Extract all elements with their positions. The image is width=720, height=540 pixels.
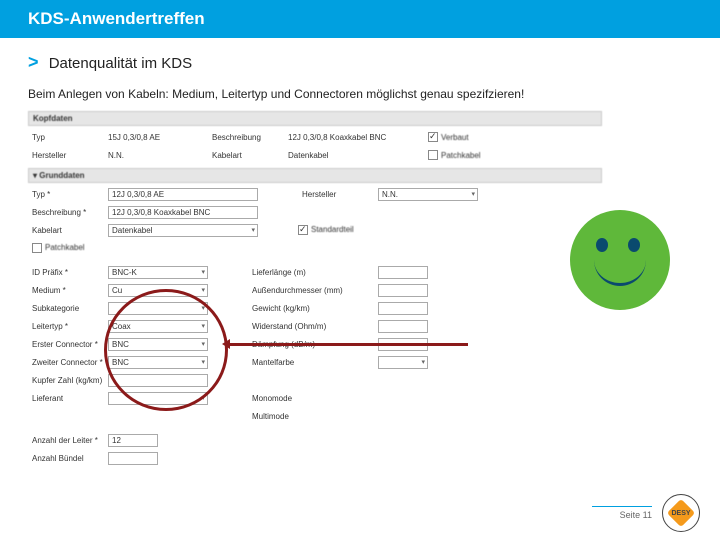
label-g-hersteller: Hersteller	[298, 190, 378, 199]
input-kupferzahl[interactable]	[108, 374, 208, 387]
section-description: Beim Anlegen von Kabeln: Medium, Leitert…	[28, 87, 692, 101]
label-erster-connector: Erster Connector *	[28, 340, 108, 349]
slide-header: KDS-Anwendertreffen	[0, 0, 720, 38]
input-lieferant[interactable]: ▾	[108, 392, 208, 405]
page-number: Seite 11	[592, 506, 652, 520]
input-subkategorie[interactable]: ▾	[108, 302, 208, 315]
label-anzahl-bundel: Anzahl Bündel	[28, 454, 108, 463]
smiley-eye-left	[596, 238, 608, 252]
arrow-icon	[228, 343, 468, 346]
label-typ: Typ	[28, 133, 108, 142]
smiley-eye-right	[628, 238, 640, 252]
label-zweiter-connector: Zweiter Connector *	[28, 358, 108, 367]
input-widerstand[interactable]	[378, 320, 428, 333]
slide-footer: Seite 11 DESY	[592, 494, 700, 532]
checkbox-patchkabel[interactable]	[32, 243, 42, 253]
value-typ: 15J 0,3/0,8 AE	[108, 133, 208, 142]
section-title-text: Datenqualität im KDS	[49, 55, 192, 72]
input-mantelfarbe[interactable]: ▾	[378, 356, 428, 369]
input-g-kabelart[interactable]: Datenkabel▾	[108, 224, 258, 237]
kopfdaten-header: Kopfdaten	[28, 111, 602, 126]
input-lieferlange[interactable]	[378, 266, 428, 279]
input-g-hersteller[interactable]: N.N.▾	[378, 188, 478, 201]
input-anzahl-leiter[interactable]: 12	[108, 434, 158, 447]
label-patchkabel-hdr: Patchkabel	[441, 151, 481, 160]
label-multimode: Multimode	[248, 412, 378, 421]
checkbox-verbaut[interactable]	[428, 132, 438, 142]
label-verbaut: Verbaut	[441, 133, 469, 142]
input-erster-connector[interactable]: BNC▾	[108, 338, 208, 351]
value-kabelart: Datenkabel	[288, 151, 428, 160]
input-g-typ[interactable]: 12J 0,3/0,8 AE	[108, 188, 258, 201]
label-leitertyp: Leitertyp *	[28, 322, 108, 331]
label-standardteil: Standardteil	[311, 225, 354, 234]
label-patchkabel: Patchkabel	[45, 243, 85, 252]
label-lieferlange: Lieferlänge (m)	[248, 268, 378, 277]
label-aussendurchmesser: Außendurchmesser (mm)	[248, 286, 378, 295]
section-heading: > Datenqualität im KDS	[28, 52, 692, 73]
value-beschreibung: 12J 0,3/0,8 Koaxkabel BNC	[288, 133, 428, 142]
label-mantelfarbe: Mantelfarbe	[248, 358, 378, 367]
input-aussendurchmesser[interactable]	[378, 284, 428, 297]
desy-logo: DESY	[662, 494, 700, 532]
input-medium[interactable]: Cu▾	[108, 284, 208, 297]
label-idprafix: ID Präfix *	[28, 268, 108, 277]
label-kabelart: Kabelart	[208, 151, 288, 160]
input-idprafix[interactable]: BNC-K▾	[108, 266, 208, 279]
label-hersteller: Hersteller	[28, 151, 108, 160]
label-medium: Medium *	[28, 286, 108, 295]
label-g-beschreibung: Beschreibung *	[28, 208, 108, 217]
input-g-beschreibung[interactable]: 12J 0,3/0,8 Koaxkabel BNC	[108, 206, 258, 219]
form-screenshot: Kopfdaten Typ 15J 0,3/0,8 AE Beschreibun…	[28, 111, 602, 467]
value-hersteller: N.N.	[108, 151, 208, 160]
label-gewicht: Gewicht (kg/km)	[248, 304, 378, 313]
checkbox-standardteil[interactable]	[298, 225, 308, 235]
label-lieferant: Lieferant	[28, 394, 108, 403]
input-anzahl-bundel[interactable]	[108, 452, 158, 465]
checkbox-patchkabel-hdr[interactable]	[428, 150, 438, 160]
smiley-mouth	[594, 254, 646, 286]
label-widerstand: Widerstand (Ohm/m)	[248, 322, 378, 331]
label-g-kabelart: Kabelart	[28, 226, 108, 235]
input-leitertyp[interactable]: Coax▾	[108, 320, 208, 333]
label-g-typ: Typ *	[28, 190, 108, 199]
label-subkategorie: Subkategorie	[28, 304, 108, 313]
slide-title: KDS-Anwendertreffen	[28, 9, 205, 28]
input-gewicht[interactable]	[378, 302, 428, 315]
label-beschreibung: Beschreibung	[208, 133, 288, 142]
grunddaten-header: ▾ Grunddaten	[28, 168, 602, 183]
label-kupferzahl: Kupfer Zahl (kg/km)	[28, 376, 108, 385]
chevron-right-icon: >	[28, 52, 39, 72]
label-monomode: Monomode	[248, 394, 378, 403]
smiley-icon	[570, 210, 670, 310]
label-anzahl-leiter: Anzahl der Leiter *	[28, 436, 108, 445]
input-zweiter-connector[interactable]: BNC▾	[108, 356, 208, 369]
